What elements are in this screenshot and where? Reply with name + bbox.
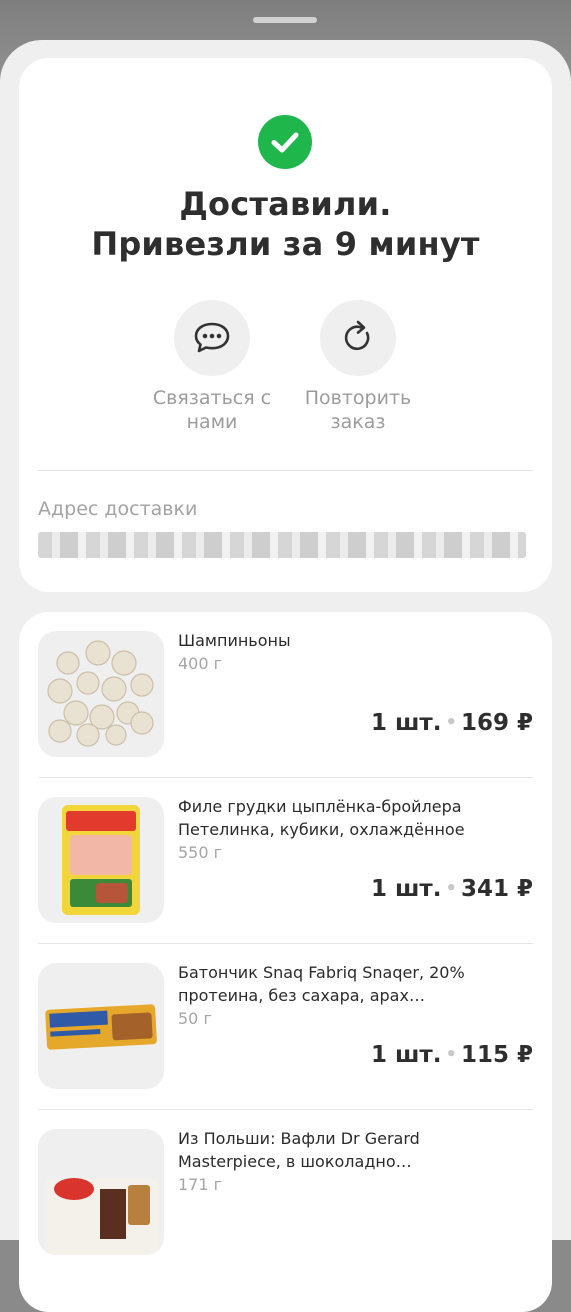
item-name: Филе грудки цыплёнка-бройлера Петелинка,… — [178, 797, 465, 839]
item-weight: 50 г — [178, 1009, 212, 1028]
delivery-address-value-redacted — [38, 532, 526, 558]
list-item[interactable]: Шампиньоны 400 г 1 шт. • 169 ₽ — [38, 612, 533, 778]
list-item[interactable]: Батончик Snaq Fabriq Snaqer, 20% протеин… — [38, 944, 533, 1110]
item-qty: 1 шт. — [370, 710, 442, 736]
separator-dot: • — [445, 878, 457, 899]
item-qty: 1 шт. — [370, 876, 442, 902]
list-item[interactable]: Из Польши: Вафли Dr Gerard Masterpiece, … — [38, 1110, 533, 1276]
contact-us-button[interactable]: Связаться с нами — [132, 300, 292, 434]
separator-dot: • — [445, 712, 457, 733]
mushrooms-image — [38, 631, 164, 757]
divider — [38, 470, 533, 471]
item-name: Из Польши: Вафли Dr Gerard Masterpiece, … — [178, 1129, 420, 1171]
repeat-icon — [320, 300, 396, 376]
order-sheet: Доставили. Привезли за 9 минут Связаться… — [0, 40, 571, 1312]
item-price: 341 ₽ — [460, 876, 533, 902]
order-status-title: Доставили. Привезли за 9 минут — [19, 184, 552, 264]
repeat-order-button[interactable]: Повторить заказ — [278, 300, 438, 434]
delivery-address-label: Адрес доставки — [38, 498, 198, 520]
status-title-line2: Привезли за 9 минут — [91, 225, 480, 263]
repeat-order-label: Повторить заказ — [304, 387, 412, 433]
item-name: Батончик Snaq Fabriq Snaqer, 20% протеин… — [178, 963, 465, 1005]
item-qty-price: 1 шт. • 169 ₽ — [371, 710, 533, 736]
item-price: 169 ₽ — [460, 710, 533, 736]
contact-us-label: Связаться с нами — [152, 387, 272, 433]
chicken-pack-image — [38, 797, 164, 923]
sheet-grabber[interactable] — [253, 17, 317, 23]
item-qty-price: 1 шт. • 341 ₽ — [371, 876, 533, 902]
chat-bubble-icon — [174, 300, 250, 376]
item-qty-price: 1 шт. • 115 ₽ — [371, 1042, 533, 1068]
item-weight: 550 г — [178, 843, 223, 862]
order-items-card: Шампиньоны 400 г 1 шт. • 169 ₽ Филе грудки… — [19, 612, 552, 1312]
separator-dot: • — [445, 1044, 457, 1065]
snack-bar-image — [38, 963, 164, 1089]
check-icon — [258, 115, 312, 169]
item-weight: 400 г — [178, 654, 223, 673]
item-weight: 171 г — [178, 1175, 223, 1194]
wafers-image — [38, 1129, 164, 1255]
order-status-card: Доставили. Привезли за 9 минут Связаться… — [19, 58, 552, 592]
item-name: Шампиньоны — [178, 631, 291, 650]
list-item[interactable]: Филе грудки цыплёнка-бройлера Петелинка,… — [38, 778, 533, 944]
item-qty: 1 шт. — [370, 1042, 442, 1068]
item-price: 115 ₽ — [460, 1042, 533, 1068]
status-title-line1: Доставили. — [179, 185, 392, 223]
